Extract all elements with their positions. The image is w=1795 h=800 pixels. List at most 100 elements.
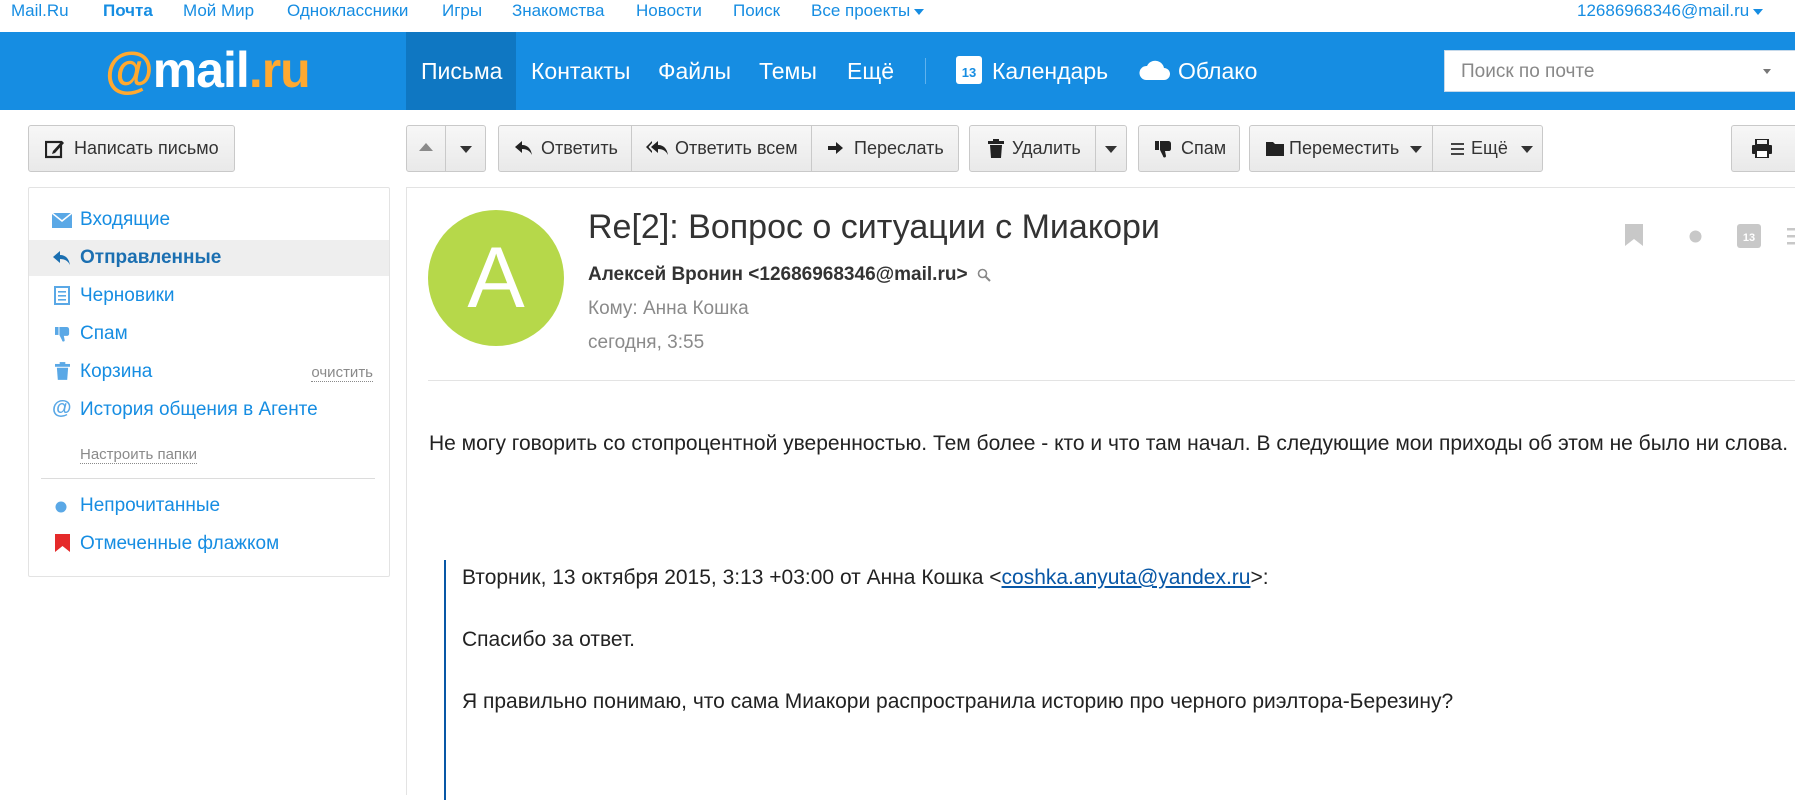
folder-spam[interactable]: Спам [29, 316, 389, 352]
chevron-down-icon[interactable] [1763, 69, 1771, 74]
chevron-down-icon [1410, 146, 1422, 153]
reply-button[interactable]: Ответить [498, 125, 632, 172]
search-input[interactable]: Поиск по почте [1444, 50, 1795, 92]
folder-label: Черновики [80, 285, 175, 306]
all-projects-label: Все проекты [811, 1, 911, 20]
portal-link-odnoklassniki[interactable]: Одноклассники [287, 1, 408, 21]
forward-button[interactable]: Переслать [811, 125, 959, 172]
nav-cloud[interactable]: Облако [1138, 32, 1257, 110]
account-menu[interactable]: 12686968346@mail.ru [1577, 1, 1764, 21]
compose-button[interactable]: Написать письмо [28, 125, 235, 172]
header-divider [428, 380, 1795, 381]
message-subject: Re[2]: Вопрос о ситуации с Миакори [588, 208, 1160, 246]
bookmark-icon[interactable] [1625, 224, 1643, 246]
sidebar-divider [41, 478, 375, 479]
chevron-down-icon [460, 146, 472, 153]
unread-dot-icon[interactable] [1689, 230, 1702, 243]
move-button[interactable]: Переместить [1249, 125, 1433, 172]
next-message-button[interactable] [445, 125, 486, 172]
nav-files-label: Файлы [658, 58, 732, 84]
sender-address: Алексей Вронин <12686968346@mail.ru> [588, 264, 968, 285]
print-button[interactable] [1731, 125, 1795, 172]
chevron-down-icon [1753, 8, 1764, 15]
portal-link-all-projects[interactable]: Все проекты [811, 1, 925, 21]
folder-label: История общения в Агенте [80, 399, 318, 420]
folder-icon [1266, 142, 1284, 156]
message-from[interactable]: Алексей Вронин <12686968346@mail.ru> [588, 264, 991, 286]
more-actions-button[interactable]: Ещё [1432, 125, 1543, 172]
nav-contacts[interactable]: Контакты [531, 32, 630, 110]
setup-folders-link[interactable]: Настроить папки [80, 446, 197, 464]
trash-icon [55, 362, 70, 380]
portal-link-moy-mir[interactable]: Мой Мир [183, 1, 254, 21]
portal-link-mailru[interactable]: Mail.Ru [11, 1, 69, 21]
quoted-message: Вторник, 13 октября 2015, 3:13 +03:00 от… [444, 560, 1795, 800]
dot-icon [55, 501, 67, 513]
portal-link-igry[interactable]: Игры [442, 1, 482, 21]
folder-trash[interactable]: Корзина очистить [29, 354, 389, 390]
folder-label: Отправленные [80, 247, 222, 268]
filter-flagged[interactable]: Отмеченные флажком [29, 526, 389, 562]
search-placeholder: Поиск по почте [1461, 61, 1595, 82]
delete-menu-button[interactable] [1095, 125, 1127, 172]
compose-icon [45, 140, 64, 159]
reply-icon [515, 141, 532, 155]
portal-link-znakomstva[interactable]: Знакомства [512, 1, 604, 21]
nav-contacts-label: Контакты [531, 58, 631, 84]
nav-calendar-label: Календарь [992, 58, 1109, 84]
cloud-icon [1139, 60, 1170, 80]
quote-email-link[interactable]: coshka.anyuta@yandex.ru [1002, 566, 1251, 589]
folder-inbox[interactable]: Входящие [29, 202, 389, 238]
message-date: сегодня, 3:55 [588, 332, 705, 353]
menu-lines-icon [1451, 143, 1464, 155]
nav-more-label: Ещё [847, 58, 895, 84]
nav-files[interactable]: Файлы [658, 32, 731, 110]
trash-icon [988, 139, 1004, 158]
nav-letters-label: Письма [421, 58, 503, 84]
nav-themes[interactable]: Темы [759, 32, 817, 110]
logo-ru: .ru [248, 42, 311, 98]
quote-header: Вторник, 13 октября 2015, 3:13 +03:00 от… [462, 566, 1269, 590]
reply-all-label: Ответить всем [675, 138, 798, 158]
calendar-icon-day: 13 [1742, 232, 1756, 244]
portal-link-pochta[interactable]: Почта [103, 1, 153, 21]
move-label: Переместить [1289, 138, 1400, 158]
more-label: Ещё [1471, 138, 1508, 158]
folder-drafts[interactable]: Черновики [29, 278, 389, 314]
nav-more[interactable]: Ещё [847, 32, 894, 110]
chevron-down-icon [1521, 146, 1533, 153]
chevron-down-icon [914, 8, 925, 15]
reply-label: Ответить [541, 138, 618, 158]
delete-button[interactable]: Удалить [969, 125, 1096, 172]
quote-header-suffix: >: [1250, 566, 1269, 589]
printer-icon [1752, 139, 1772, 158]
flag-icon [55, 534, 70, 552]
folder-label: Спам [80, 323, 128, 344]
sender-avatar[interactable]: А [428, 210, 564, 346]
nav-separator [925, 58, 926, 84]
calendar-icon[interactable]: 13 [1737, 224, 1761, 248]
folder-agent-history[interactable]: @ История общения в Агенте [29, 392, 389, 428]
nav-calendar[interactable]: 13 Календарь [956, 32, 1108, 110]
calendar-icon: 13 [956, 55, 982, 84]
portal-link-novosti[interactable]: Новости [636, 1, 702, 21]
mailru-logo[interactable]: @mail.ru [105, 42, 311, 98]
more-vertical-icon[interactable] [1787, 228, 1795, 246]
main-header: @mail.ru Письма Контакты Файлы Темы Ещё … [0, 32, 1795, 110]
empty-trash-link[interactable]: очистить [311, 365, 373, 382]
at-icon: @ [52, 397, 72, 419]
draft-icon [54, 286, 70, 305]
reply-all-button[interactable]: Ответить всем [631, 125, 812, 172]
nav-letters[interactable]: Письма [406, 32, 516, 110]
portal-link-poisk[interactable]: Поиск [733, 1, 780, 21]
logo-at: @ [105, 42, 154, 98]
nav-cloud-label: Облако [1178, 58, 1258, 84]
filter-unread[interactable]: Непрочитанные [29, 488, 389, 524]
folder-sent[interactable]: Отправленные [29, 240, 389, 276]
quote-line: Я правильно понимаю, что сама Миакори ра… [462, 690, 1454, 713]
spam-label: Спам [1181, 138, 1227, 158]
spam-button[interactable]: Спам [1138, 125, 1240, 172]
thumbs-down-icon [55, 327, 70, 342]
prev-message-button[interactable] [406, 125, 446, 172]
search-icon[interactable] [977, 268, 991, 282]
